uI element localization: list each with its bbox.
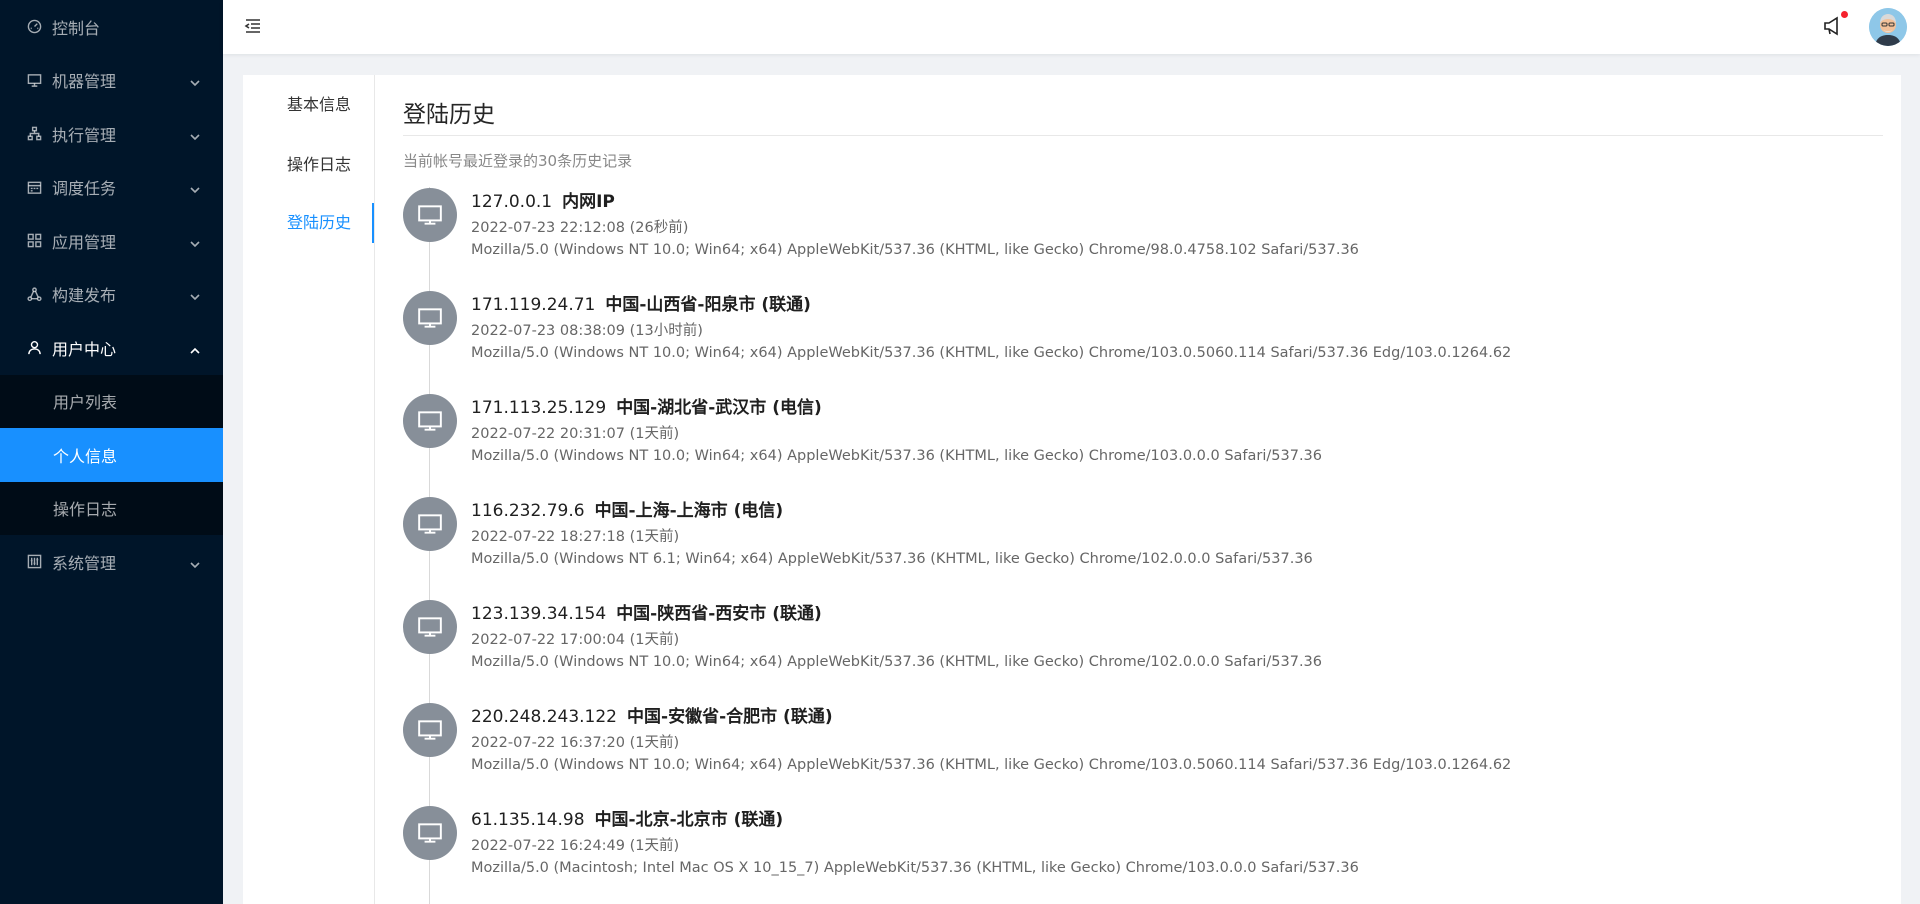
desktop-icon bbox=[403, 291, 457, 345]
desktop-icon bbox=[403, 703, 457, 757]
setting-icon bbox=[26, 554, 42, 570]
chevron-down-icon bbox=[189, 235, 201, 247]
build-icon bbox=[26, 286, 42, 302]
history-user-agent: Mozilla/5.0 (Windows NT 10.0; Win64; x64… bbox=[471, 345, 1512, 361]
user-center-submenu: 用户列表 个人信息 操作日志 bbox=[0, 374, 223, 536]
menu-system-label: 系统管理 bbox=[52, 553, 117, 573]
desktop-icon bbox=[403, 188, 457, 242]
history-user-agent: Mozilla/5.0 (Windows NT 6.1; Win64; x64)… bbox=[471, 551, 1313, 567]
history-item: 116.232.79.6 中国-上海-上海市 (电信) 2022-07-22 18… bbox=[403, 496, 1883, 599]
menu-build-label: 构建发布 bbox=[52, 286, 117, 306]
menu-system[interactable]: 系统管理 bbox=[0, 535, 223, 589]
history-ip: 123.139.34.154 bbox=[471, 604, 607, 624]
user-icon bbox=[26, 340, 42, 356]
schedule-icon bbox=[26, 179, 42, 195]
history-item: 171.113.25.129 中国-湖北省-武汉市 (电信) 2022-07-22… bbox=[403, 393, 1883, 496]
history-location: 内网IP bbox=[562, 192, 615, 212]
submenu-user-list[interactable]: 用户列表 bbox=[0, 375, 223, 429]
submenu-profile-label: 个人信息 bbox=[53, 446, 118, 466]
menu-exec[interactable]: 执行管理 bbox=[0, 107, 223, 161]
history-user-agent: Mozilla/5.0 (Windows NT 10.0; Win64; x64… bbox=[471, 654, 1323, 670]
history-time: 2022-07-22 16:37:20 (1天前) bbox=[471, 735, 680, 751]
menu-build[interactable]: 构建发布 bbox=[0, 268, 223, 322]
history-time: 2022-07-22 17:00:04 (1天前) bbox=[471, 632, 680, 648]
chevron-down-icon bbox=[189, 556, 201, 568]
desktop-icon bbox=[403, 394, 457, 448]
history-time: 2022-07-22 18:27:18 (1天前) bbox=[471, 529, 680, 545]
history-ip: 61.135.14.98 bbox=[471, 810, 585, 830]
history-ip: 116.232.79.6 bbox=[471, 501, 585, 521]
history-item: 123.139.34.154 中国-陕西省-西安市 (联通) 2022-07-22… bbox=[403, 599, 1883, 702]
appstore-icon bbox=[26, 233, 42, 249]
history-time: 2022-07-22 20:31:07 (1天前) bbox=[471, 426, 680, 442]
menu-schedule-label: 调度任务 bbox=[52, 179, 117, 199]
chevron-down-icon bbox=[189, 74, 201, 87]
history-ip: 127.0.0.1 bbox=[471, 192, 553, 212]
history-location: 中国-陕西省-西安市 (联通) bbox=[616, 604, 822, 624]
menu-fold-icon[interactable] bbox=[243, 16, 265, 38]
page-title: 登陆历史 bbox=[403, 102, 495, 128]
desktop-icon bbox=[403, 600, 457, 654]
history-location: 中国-山西省-阳泉市 (联通) bbox=[605, 295, 811, 315]
tab-operation-log[interactable]: 操作日志 bbox=[242, 145, 374, 185]
history-location: 中国-湖北省-武汉市 (电信) bbox=[616, 398, 822, 418]
menu-machine-label: 机器管理 bbox=[52, 72, 117, 92]
submenu-profile[interactable]: 个人信息 bbox=[0, 428, 223, 482]
notification-button[interactable] bbox=[1822, 11, 1848, 40]
submenu-oplog[interactable]: 操作日志 bbox=[0, 482, 223, 536]
menu-exec-label: 执行管理 bbox=[52, 125, 117, 145]
history-user-agent: Mozilla/5.0 (Windows NT 10.0; Win64; x64… bbox=[471, 448, 1323, 464]
menu-dashboard[interactable]: 控制台 bbox=[0, 0, 223, 54]
page-subtitle: 当前帐号最近登录的30条历史记录 bbox=[403, 152, 633, 170]
chevron-down-icon bbox=[189, 288, 201, 301]
tab-login-history-label: 登陆历史 bbox=[287, 213, 352, 232]
history-item: 61.135.14.98 中国-北京-北京市 (联通) 2022-07-22 16… bbox=[403, 805, 1883, 904]
content-card: 基本信息 操作日志 登陆历史 登陆历史 当前帐号最近登录的30条历史记录 127… bbox=[243, 75, 1901, 904]
dashboard-icon bbox=[26, 19, 42, 35]
chevron-up-icon bbox=[189, 342, 201, 354]
history-ip: 220.248.243.122 bbox=[471, 707, 618, 727]
history-item: 220.248.243.122 中国-安徽省-合肥市 (联通) 2022-07-2… bbox=[403, 702, 1883, 805]
history-user-agent: Mozilla/5.0 (Windows NT 10.0; Win64; x64… bbox=[471, 757, 1512, 773]
desktop-icon bbox=[403, 806, 457, 860]
history-user-agent: Mozilla/5.0 (Macintosh; Intel Mac OS X 1… bbox=[471, 860, 1359, 876]
notification-dot bbox=[1841, 11, 1848, 18]
tab-operation-log-label: 操作日志 bbox=[287, 155, 352, 174]
history-item: 127.0.0.1 内网IP 2022-07-23 22:12:08 (26秒前)… bbox=[403, 187, 1883, 290]
history-location: 中国-上海-上海市 (电信) bbox=[594, 501, 784, 521]
menu-dashboard-label: 控制台 bbox=[52, 18, 101, 38]
tab-basic-info[interactable]: 基本信息 bbox=[242, 85, 374, 125]
chevron-down-icon bbox=[189, 128, 201, 140]
desktop-icon bbox=[26, 72, 42, 88]
divider bbox=[403, 135, 1883, 136]
history-time: 2022-07-22 16:24:49 (1天前) bbox=[471, 838, 680, 854]
menu-app[interactable]: 应用管理 bbox=[0, 214, 223, 268]
submenu-user-list-label: 用户列表 bbox=[53, 393, 118, 413]
tab-login-history[interactable]: 登陆历史 bbox=[242, 203, 374, 243]
avatar[interactable] bbox=[1869, 8, 1907, 46]
history-time: 2022-07-23 08:38:09 (13小时前) bbox=[471, 323, 703, 339]
history-ip: 171.119.24.71 bbox=[471, 295, 596, 315]
tab-basic-info-label: 基本信息 bbox=[287, 95, 352, 114]
history-user-agent: Mozilla/5.0 (Windows NT 10.0; Win64; x64… bbox=[471, 242, 1359, 258]
menu-user-center[interactable]: 用户中心 bbox=[0, 321, 223, 375]
desktop-icon bbox=[403, 497, 457, 551]
history-item: 171.119.24.71 中国-山西省-阳泉市 (联通) 2022-07-23 … bbox=[403, 290, 1883, 393]
menu-machine[interactable]: 机器管理 bbox=[0, 54, 223, 108]
history-time: 2022-07-23 22:12:08 (26秒前) bbox=[471, 220, 689, 236]
menu-user-center-label: 用户中心 bbox=[52, 339, 117, 359]
chevron-down-icon bbox=[189, 181, 201, 194]
submenu-oplog-label: 操作日志 bbox=[53, 500, 118, 520]
login-history-panel: 登陆历史 当前帐号最近登录的30条历史记录 127.0.0.1 内网IP 2022… bbox=[403, 75, 1883, 904]
history-ip: 171.113.25.129 bbox=[471, 398, 607, 418]
menu-app-label: 应用管理 bbox=[52, 232, 117, 252]
history-location: 中国-北京-北京市 (联通) bbox=[594, 810, 784, 830]
sidebar: 控制台 机器管理 执行管理 调度任务 应用管理 构建发布 用户中心 用户列表 个… bbox=[0, 0, 223, 904]
header bbox=[223, 0, 1920, 54]
menu-schedule[interactable]: 调度任务 bbox=[0, 161, 223, 215]
cluster-icon bbox=[26, 126, 42, 142]
history-location: 中国-安徽省-合肥市 (联通) bbox=[627, 707, 833, 727]
vertical-tabs: 基本信息 操作日志 登陆历史 bbox=[243, 75, 375, 904]
